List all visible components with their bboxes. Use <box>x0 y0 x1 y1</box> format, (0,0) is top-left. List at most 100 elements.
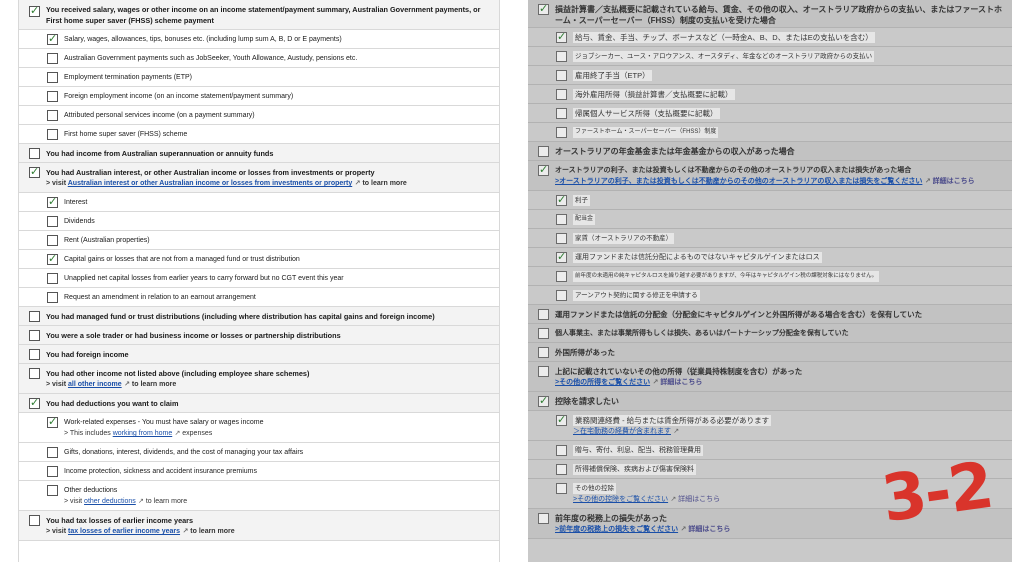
right-checklist-row-4[interactable]: 海外雇用所得（損益計算書／支払概要に記載） <box>528 85 1012 104</box>
right-checklist-row-20[interactable]: 業務関連経費 - 給与または賃金所得がある必要があります＞在宅勤務の経費が含まれ… <box>528 411 1012 441</box>
unchecked-checkbox[interactable] <box>556 483 567 494</box>
right-checklist-row-0[interactable]: 損益計算書／支払概要に記載されている給与、賃金、その他の収入、オーストラリア政府… <box>528 0 1012 28</box>
unchecked-checkbox[interactable] <box>29 368 40 379</box>
unchecked-checkbox[interactable] <box>47 53 58 64</box>
right-checklist-row-8[interactable]: オーストラリアの利子、または投資もしくは不動産からのその他のオーストラリアの収入… <box>528 161 1012 191</box>
checked-checkbox[interactable] <box>556 413 567 426</box>
unchecked-checkbox[interactable] <box>47 447 58 458</box>
unchecked-checkbox[interactable] <box>556 233 567 244</box>
right-checklist-row-6[interactable]: ファーストホーム・スーパーセーバー（FHSS）制度 <box>528 123 1012 142</box>
unchecked-checkbox[interactable] <box>29 148 40 159</box>
right-checklist-row-11[interactable]: 家賃（オーストラリアの不動産） <box>528 229 1012 248</box>
unchecked-checkbox[interactable] <box>47 292 58 303</box>
left-checklist-row-9[interactable]: Interest <box>19 193 499 212</box>
right-checklist-row-17[interactable]: 外国所得があった <box>528 343 1012 362</box>
unchecked-checkbox[interactable] <box>47 273 58 284</box>
checked-checkbox[interactable] <box>556 193 567 206</box>
learn-more-link[interactable]: >オーストラリアの利子、または投資もしくは不動産からのその他のオーストラリアの収… <box>555 178 922 185</box>
unchecked-checkbox[interactable] <box>538 146 549 157</box>
unchecked-checkbox[interactable] <box>29 330 40 341</box>
unchecked-checkbox[interactable] <box>556 70 567 81</box>
learn-more-link[interactable]: ＞在宅勤務の経費が含まれます <box>573 428 671 435</box>
left-checklist-row-3[interactable]: Employment termination payments (ETP) <box>19 68 499 87</box>
unchecked-checkbox[interactable] <box>556 290 567 301</box>
left-checklist-row-1[interactable]: Salary, wages, allowances, tips, bonuses… <box>19 30 499 49</box>
left-checklist-row-16[interactable]: You were a sole trader or had business i… <box>19 326 499 345</box>
checked-checkbox[interactable] <box>47 415 58 428</box>
right-checklist-row-10[interactable]: 配当金 <box>528 210 1012 229</box>
checked-checkbox[interactable] <box>29 4 40 17</box>
learn-more-link[interactable]: >前年度の税務上の損失をご覧ください <box>555 526 678 533</box>
left-checklist-row-14[interactable]: Request an amendment in relation to an e… <box>19 288 499 307</box>
unchecked-checkbox[interactable] <box>556 51 567 62</box>
unchecked-checkbox[interactable] <box>47 466 58 477</box>
checked-checkbox[interactable] <box>556 30 567 43</box>
left-checklist-row-12[interactable]: Capital gains or losses that are not fro… <box>19 250 499 269</box>
unchecked-checkbox[interactable] <box>556 271 567 282</box>
unchecked-checkbox[interactable] <box>538 309 549 320</box>
unchecked-checkbox[interactable] <box>556 127 567 138</box>
unchecked-checkbox[interactable] <box>29 349 40 360</box>
checked-checkbox[interactable] <box>538 394 549 407</box>
left-checklist-row-7[interactable]: You had income from Australian superannu… <box>19 144 499 163</box>
left-checklist-row-13[interactable]: Unapplied net capital losses from earlie… <box>19 269 499 288</box>
right-checklist-row-18[interactable]: 上記に記載されていないその他の所得（従業員持株制度を含む）があった >その他の所得… <box>528 362 1012 392</box>
left-checklist-row-19[interactable]: You had deductions you want to claim <box>19 394 499 413</box>
unchecked-checkbox[interactable] <box>556 89 567 100</box>
right-checklist-row-5[interactable]: 帰属個人サービス所得（支払概要に記載） <box>528 104 1012 123</box>
left-checklist-row-22[interactable]: Income protection, sickness and accident… <box>19 462 499 481</box>
right-checklist-row-9[interactable]: 利子 <box>528 191 1012 210</box>
right-checklist-row-16[interactable]: 個人事業主、または事業所得もしくは損失、あるいはパートナーシップ分配金を保有して… <box>528 324 1012 343</box>
left-checklist-row-23[interactable]: Other deductions > visit other deductions… <box>19 481 499 511</box>
unchecked-checkbox[interactable] <box>538 347 549 358</box>
left-checklist-row-15[interactable]: You had managed fund or trust distributi… <box>19 307 499 326</box>
left-checklist-row-5[interactable]: Attributed personal services income (on … <box>19 106 499 125</box>
right-checklist-row-12[interactable]: 運用ファンドまたは信託分配によるものではないキャピタルゲインまたはロス <box>528 248 1012 267</box>
right-checklist-row-13[interactable]: 前年度の未適用の純キャピタルロスを繰り越す必要がありますが、今年はキャピタルゲイ… <box>528 267 1012 286</box>
unchecked-checkbox[interactable] <box>556 214 567 225</box>
learn-more-link[interactable]: tax losses of earlier income years <box>68 528 180 535</box>
checked-checkbox[interactable] <box>29 396 40 409</box>
left-checklist-row-24[interactable]: You had tax losses of earlier income yea… <box>19 511 499 541</box>
left-checklist-row-20[interactable]: Work-related expenses - You must have sa… <box>19 413 499 443</box>
left-checklist-row-6[interactable]: First home super saver (FHSS) scheme <box>19 125 499 144</box>
right-checklist-row-19[interactable]: 控除を請求したい <box>528 392 1012 411</box>
unchecked-checkbox[interactable] <box>538 366 549 377</box>
right-checklist-row-1[interactable]: 給与、賃金、手当、チップ、ボーナスなど（一時金A、B、D、またはEの支払いを含む… <box>528 28 1012 47</box>
left-checklist-row-8[interactable]: You had Australian interest, or other Au… <box>19 163 499 193</box>
unchecked-checkbox[interactable] <box>47 129 58 140</box>
unchecked-checkbox[interactable] <box>538 513 549 524</box>
unchecked-checkbox[interactable] <box>29 515 40 526</box>
learn-more-link[interactable]: >その他の控除をご覧ください <box>573 496 668 503</box>
learn-more-link[interactable]: >その他の所得をご覧ください <box>555 379 650 386</box>
unchecked-checkbox[interactable] <box>556 108 567 119</box>
left-checklist-row-2[interactable]: Australian Government payments such as J… <box>19 49 499 68</box>
checked-checkbox[interactable] <box>556 250 567 263</box>
unchecked-checkbox[interactable] <box>538 328 549 339</box>
unchecked-checkbox[interactable] <box>47 91 58 102</box>
unchecked-checkbox[interactable] <box>47 485 58 496</box>
checked-checkbox[interactable] <box>538 2 549 15</box>
learn-more-link[interactable]: other deductions <box>84 498 136 505</box>
right-checklist-row-2[interactable]: ジョブシーカー、ユース・アロウアンス、オースタディ、年金などのオーストラリア政府… <box>528 47 1012 66</box>
unchecked-checkbox[interactable] <box>47 72 58 83</box>
learn-more-link[interactable]: Australian interest or other Australian … <box>68 180 352 187</box>
left-checklist-row-21[interactable]: Gifts, donations, interest, dividends, a… <box>19 443 499 462</box>
checked-checkbox[interactable] <box>538 163 549 176</box>
right-checklist-row-14[interactable]: アーンアウト契約に関する修正を申請する <box>528 286 1012 305</box>
unchecked-checkbox[interactable] <box>29 311 40 322</box>
checked-checkbox[interactable] <box>47 32 58 45</box>
unchecked-checkbox[interactable] <box>47 235 58 246</box>
left-checklist-row-18[interactable]: You had other income not listed above (i… <box>19 364 499 394</box>
left-checklist-row-4[interactable]: Foreign employment income (on an income … <box>19 87 499 106</box>
checked-checkbox[interactable] <box>47 252 58 265</box>
left-checklist-row-11[interactable]: Rent (Australian properties) <box>19 231 499 250</box>
unchecked-checkbox[interactable] <box>47 110 58 121</box>
right-checklist-row-7[interactable]: オーストラリアの年金基金または年金基金からの収入があった場合 <box>528 142 1012 161</box>
right-checklist-row-3[interactable]: 雇用終了手当（ETP） <box>528 66 1012 85</box>
checked-checkbox[interactable] <box>29 165 40 178</box>
learn-more-link[interactable]: working from home <box>113 430 173 437</box>
unchecked-checkbox[interactable] <box>556 445 567 456</box>
unchecked-checkbox[interactable] <box>556 464 567 475</box>
left-checklist-row-17[interactable]: You had foreign income <box>19 345 499 364</box>
